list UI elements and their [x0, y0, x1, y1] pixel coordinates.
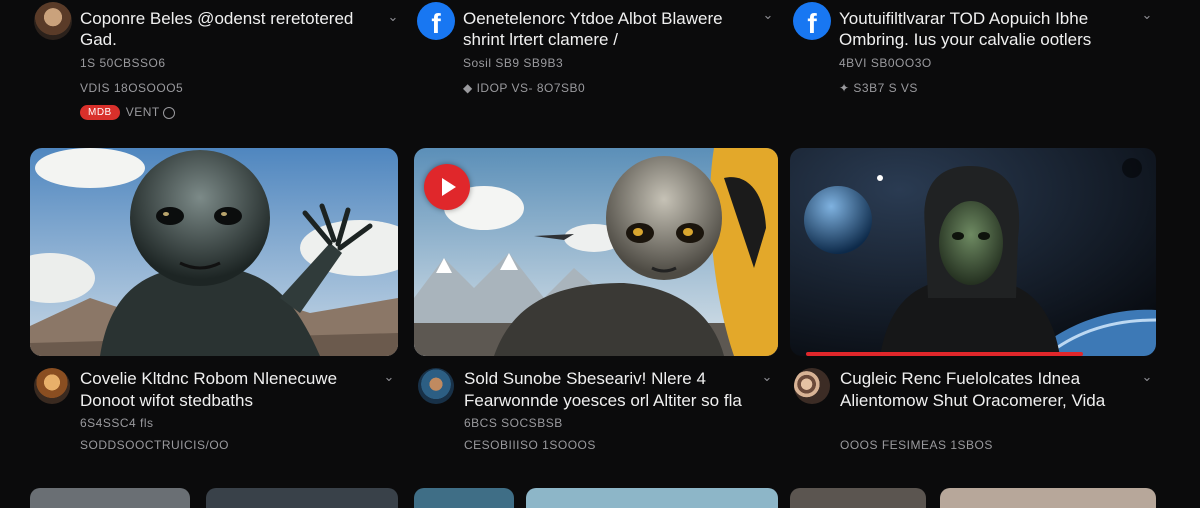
- post-title[interactable]: Covelie Kltdnc Robom Nlenecuwe Donoot wi…: [80, 368, 400, 412]
- live-badge: MDB: [80, 105, 120, 121]
- post-meta: 1S 50CBSSO6: [80, 56, 166, 70]
- post-stats-row: ◆ IDOP VS- 8O7SB0: [463, 81, 586, 95]
- video-thumbnail-peek[interactable]: [414, 488, 514, 508]
- post-meta: 4BVI SB0OO3O: [839, 56, 932, 70]
- post-title[interactable]: Oenetelenorc Ytdoe Albot Blawere shrint …: [463, 8, 783, 50]
- video-thumbnail-peek[interactable]: [526, 488, 778, 508]
- post-status-row: MDB VENT: [80, 105, 175, 121]
- diamond-icon: ◆: [463, 81, 477, 95]
- video-thumbnail-peek[interactable]: [30, 488, 190, 508]
- video-thumbnail-peek[interactable]: [790, 488, 926, 508]
- channel-avatar[interactable]: [794, 368, 830, 404]
- chevron-down-icon[interactable]: ⌄: [380, 370, 398, 384]
- chevron-down-icon[interactable]: ⌄: [384, 10, 402, 24]
- video-thumbnail-peek[interactable]: [206, 488, 398, 508]
- video-progress-bar[interactable]: [806, 352, 1083, 356]
- facebook-icon[interactable]: f: [793, 2, 831, 40]
- hooded-alien-planet-image: [790, 148, 1156, 356]
- play-button[interactable]: [424, 164, 470, 210]
- video-feed: Coponre Beles @odenst reretotered Gad. ⌄…: [0, 0, 1200, 508]
- channel-avatar[interactable]: [418, 368, 454, 404]
- post-title[interactable]: Sold Sunobe Sbeseariv! Nlere 4 Fearwonnd…: [464, 368, 784, 412]
- video-thumbnail-1[interactable]: [30, 148, 398, 356]
- post-title[interactable]: Cugleic Renc Fuelolcates Idnea Alientomo…: [840, 368, 1160, 412]
- channel-avatar[interactable]: [34, 2, 72, 40]
- clock-icon: [162, 106, 175, 119]
- post-card-6[interactable]: Cugleic Renc Fuelolcates Idnea Alientomo…: [794, 368, 1160, 468]
- post-meta: VENT: [125, 105, 160, 119]
- post-meta: 6S4SSC4 fls: [80, 416, 154, 430]
- video-thumbnail-3[interactable]: [790, 148, 1156, 356]
- post-meta: 6BCS SOCSBSB: [464, 416, 563, 430]
- post-card-4[interactable]: Covelie Kltdnc Robom Nlenecuwe Donoot wi…: [34, 368, 394, 468]
- channel-avatar[interactable]: [34, 368, 70, 404]
- post-meta: VDIS 18OSOOO5: [80, 81, 184, 95]
- alien-mountains-image: [30, 148, 398, 356]
- video-thumbnail-peek[interactable]: [940, 488, 1156, 508]
- like-icon: ✦: [839, 81, 854, 95]
- post-card-5[interactable]: Sold Sunobe Sbeseariv! Nlere 4 Fearwonnd…: [418, 368, 778, 468]
- post-card-3[interactable]: f Youtuifiltlvarar TOD Aopuich Ibhe Ombr…: [793, 2, 1173, 122]
- chevron-down-icon[interactable]: ⌄: [759, 8, 777, 22]
- chevron-down-icon[interactable]: ⌄: [758, 370, 776, 384]
- post-meta: OOOS FESIMEAS 1SBOS: [840, 438, 993, 452]
- play-icon: [442, 178, 456, 196]
- more-options-icon[interactable]: [1122, 158, 1142, 178]
- post-meta: CESOBIIISO 1SOOOS: [464, 438, 596, 452]
- post-title[interactable]: Coponre Beles @odenst reretotered Gad.: [80, 8, 400, 50]
- post-meta: Sosil SB9 SB9B3: [463, 56, 564, 70]
- post-stats-row: ✦ S3B7 S VS: [839, 81, 918, 95]
- post-meta: SODDSOOCTRUICIS/OO: [80, 438, 230, 452]
- post-card-2[interactable]: f Oenetelenorc Ytdoe Albot Blawere shrin…: [417, 2, 777, 122]
- facebook-icon[interactable]: f: [417, 2, 455, 40]
- post-title[interactable]: Youtuifiltlvarar TOD Aopuich Ibhe Ombrin…: [839, 8, 1169, 50]
- chevron-down-icon[interactable]: ⌄: [1138, 8, 1156, 22]
- video-thumbnail-2[interactable]: [414, 148, 778, 356]
- post-card-1[interactable]: Coponre Beles @odenst reretotered Gad. ⌄…: [34, 2, 398, 122]
- chevron-down-icon[interactable]: ⌄: [1138, 370, 1156, 384]
